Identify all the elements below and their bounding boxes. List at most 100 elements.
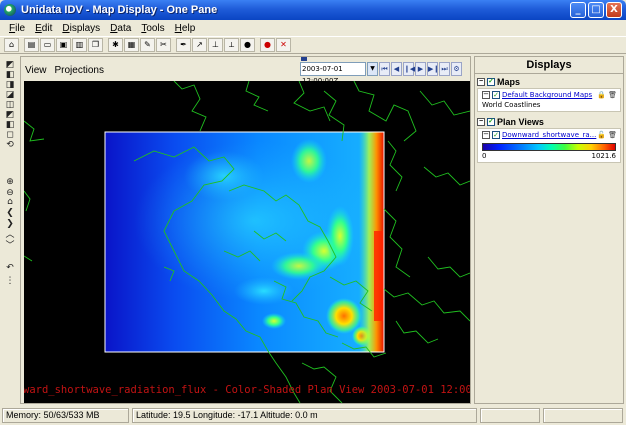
status-empty-2: [543, 408, 623, 423]
pan-up-icon[interactable]: ︿: [4, 230, 16, 240]
view-tool-strip: ◩ ◧ ◨ ◪ ◫ ◩ ◧ ◻ ⟲ ⊕ ⊖ ⌂ ❮ ❯ ︿ ﹀ ↶ ⋮: [0, 56, 20, 404]
display-link-background-maps[interactable]: Default Background Maps: [502, 91, 592, 99]
collapse-toggle-icon[interactable]: −: [482, 91, 490, 99]
category-maps[interactable]: − ✓ Maps: [477, 76, 623, 88]
map-display-panel: View Projections 2003-07-01 12:00:00Z ▼ …: [20, 56, 471, 404]
color-table-bar[interactable]: [482, 143, 616, 151]
display-item-background-maps[interactable]: − ✓ Default Background Maps 🔒 🗑: [478, 89, 620, 101]
collapse-toggle-icon[interactable]: −: [482, 131, 490, 139]
plan-views-display-list: − ✓ Downward_shortwave_ra... 🔓 🗑 0 1021.…: [477, 128, 621, 163]
lightbulb-icon[interactable]: ✱: [108, 38, 123, 52]
time-dropdown-arrow-icon[interactable]: ▼: [367, 62, 378, 76]
location-readout: Latitude: 19.5 Longitude: -17.1 Altitude…: [132, 408, 477, 423]
title-bar: Unidata IDV - Map Display - One Pane _ □…: [0, 0, 626, 20]
image-capture-icon[interactable]: ▦: [124, 38, 139, 52]
memory-status: Memory: 50/63/533 MB: [2, 408, 129, 423]
maps-visibility-checkbox[interactable]: ✓: [487, 78, 495, 86]
category-maps-label: Maps: [497, 77, 521, 87]
plan-views-visibility-checkbox[interactable]: ✓: [487, 118, 495, 126]
transect-icon[interactable]: ↗: [192, 38, 207, 52]
pan-right-icon[interactable]: ❯: [4, 219, 16, 229]
pan-left-icon[interactable]: ❮: [4, 208, 16, 218]
animation-settings-button[interactable]: ⚙: [451, 62, 462, 76]
colorbar-min-label: 0: [482, 152, 487, 160]
map-svg: ward_shortwave_radiation_flux - Color-Sh…: [24, 81, 470, 403]
view-bottom-icon[interactable]: ◨: [4, 80, 16, 90]
idv-app-icon: [4, 4, 16, 16]
zoom-in-icon[interactable]: ⊕: [4, 177, 16, 187]
map-canvas[interactable]: ward_shortwave_radiation_flux - Color-Sh…: [24, 81, 470, 403]
cancel-icon[interactable]: ✕: [276, 38, 291, 52]
reset-view-icon[interactable]: ⌂: [4, 197, 16, 207]
maximize-button[interactable]: □: [588, 2, 604, 18]
step-forward-button[interactable]: ▶❙: [427, 62, 439, 76]
view-south-icon[interactable]: ◩: [4, 110, 16, 120]
animation-timeline-marker[interactable]: [301, 57, 307, 61]
window-title: Unidata IDV - Map Display - One Pane: [21, 4, 218, 16]
pen-tool-icon[interactable]: ✒: [176, 38, 191, 52]
eraser-icon[interactable]: ✎: [140, 38, 155, 52]
shortwave-flux-field: [105, 132, 384, 352]
status-bar: Memory: 50/63/533 MB Latitude: 19.5 Long…: [0, 406, 626, 425]
play-button[interactable]: ▶: [415, 62, 426, 76]
menu-edit[interactable]: Edit: [30, 23, 57, 34]
menu-view[interactable]: View: [21, 65, 51, 76]
data-chooser-icon[interactable]: ▤: [24, 38, 39, 52]
undo-icon[interactable]: ↶: [4, 263, 16, 273]
displays-panel: Displays − ✓ Maps − ✓ Default Background…: [474, 56, 624, 404]
lock-trash-icons[interactable]: 🔒 🗑: [597, 91, 620, 99]
map-caption: ward_shortwave_radiation_flux - Color-Sh…: [24, 384, 470, 396]
ruler-icon[interactable]: ⟂: [224, 38, 239, 52]
status-empty-1: [480, 408, 540, 423]
axis-icon[interactable]: ⊥: [208, 38, 223, 52]
close-button[interactable]: X: [606, 2, 622, 18]
colorbar-max-label: 1021.6: [591, 152, 617, 160]
collapse-toggle-icon[interactable]: −: [477, 78, 485, 86]
scissors-icon[interactable]: ✂: [156, 38, 171, 52]
view-3d-icon[interactable]: ◩: [4, 60, 16, 70]
animation-widget: 2003-07-01 12:00:00Z ▼ ⏮◀❙◀▶▶❙⏭⚙: [300, 62, 462, 85]
open-bundle-icon[interactable]: ▭: [40, 38, 55, 52]
first-frame-button[interactable]: ⏮: [379, 62, 390, 76]
lock-trash-icons[interactable]: 🔓 🗑: [597, 131, 620, 139]
menu-tools[interactable]: Tools: [136, 23, 169, 34]
menu-projections[interactable]: Projections: [51, 65, 108, 76]
box-toggle-icon[interactable]: ◻: [4, 130, 16, 140]
menu-file[interactable]: File: [4, 23, 30, 34]
display-link-shortwave[interactable]: Downward_shortwave_ra...: [502, 131, 596, 139]
step-back-single-button[interactable]: ❙◀: [403, 62, 415, 76]
view-west-icon[interactable]: ◧: [4, 120, 16, 130]
time-selector[interactable]: 2003-07-01 12:00:00Z: [300, 62, 366, 85]
rotate-icon[interactable]: ⟲: [4, 140, 16, 150]
displays-title: Displays: [475, 57, 623, 74]
step-back-button[interactable]: ◀: [391, 62, 402, 76]
category-plan-views[interactable]: − ✓ Plan Views: [477, 116, 623, 128]
menu-displays[interactable]: Displays: [57, 23, 105, 34]
view-menu-bar: View Projections: [21, 61, 108, 79]
display-item-shortwave[interactable]: − ✓ Downward_shortwave_ra... 🔓 🗑: [478, 129, 620, 141]
view-top-icon[interactable]: ◧: [4, 70, 16, 80]
menu-data[interactable]: Data: [105, 23, 136, 34]
colorbar-block: 0 1021.6: [478, 141, 620, 162]
maps-display-list: − ✓ Default Background Maps 🔒 🗑 World Co…: [477, 88, 621, 112]
new-window-icon[interactable]: ❐: [88, 38, 103, 52]
display-visibility-checkbox[interactable]: ✓: [492, 131, 500, 139]
last-frame-button[interactable]: ⏭: [439, 62, 450, 76]
globe-icon[interactable]: ●: [240, 38, 255, 52]
open-file-icon[interactable]: ▥: [72, 38, 87, 52]
category-plan-views-label: Plan Views: [497, 117, 544, 127]
menu-bar: File Edit Displays Data Tools Help: [0, 20, 626, 36]
save-bundle-icon[interactable]: ▣: [56, 38, 71, 52]
minimize-button[interactable]: _: [570, 2, 586, 18]
pan-down-icon[interactable]: ﹀: [4, 241, 16, 251]
stop-icon[interactable]: ●: [260, 38, 275, 52]
home-icon[interactable]: ⌂: [4, 38, 19, 52]
collapse-toggle-icon[interactable]: −: [477, 118, 485, 126]
display-visibility-checkbox[interactable]: ✓: [492, 91, 500, 99]
menu-help[interactable]: Help: [170, 23, 201, 34]
view-north-icon[interactable]: ◪: [4, 90, 16, 100]
main-toolbar: ⌂ ▤ ▭ ▣ ▥ ❐ ✱ ▦ ✎ ✂ ✒ ↗ ⊥ ⟂ ● ● ✕: [0, 36, 626, 54]
view-east-icon[interactable]: ◫: [4, 100, 16, 110]
display-sublabel: World Coastlines: [482, 101, 541, 109]
more-icon[interactable]: ⋮: [4, 276, 16, 286]
